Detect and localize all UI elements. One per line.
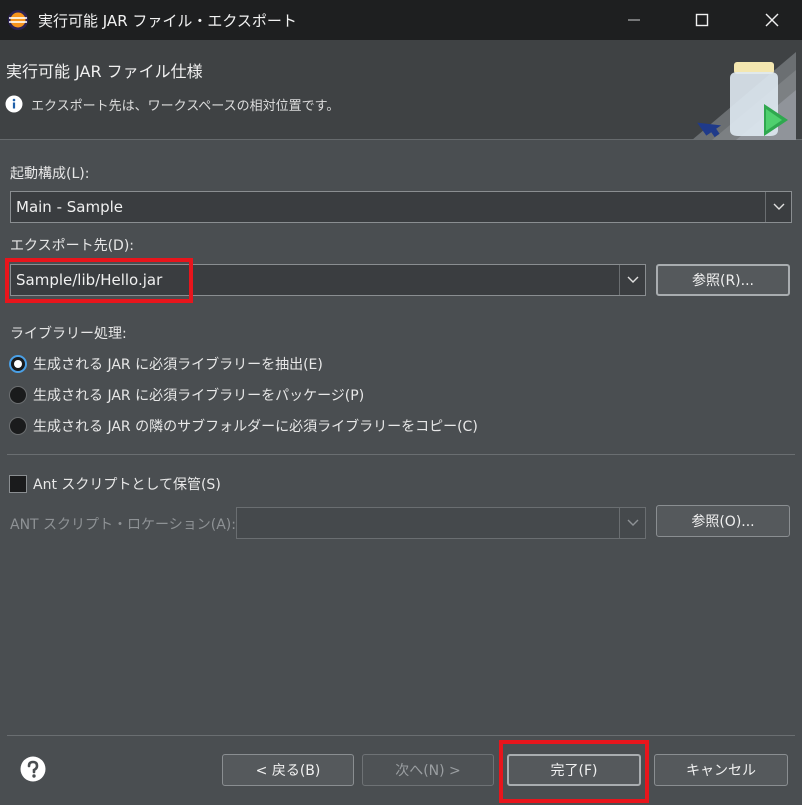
- ant-save-label: Ant スクリプトとして保管(S): [33, 477, 221, 493]
- radio-button[interactable]: [9, 417, 27, 435]
- eclipse-icon: [8, 10, 28, 30]
- ant-location-combo[interactable]: [236, 507, 646, 539]
- close-icon: [765, 13, 779, 27]
- export-dest-combo[interactable]: Sample/lib/Hello.jar: [10, 264, 646, 296]
- library-handling-label: ライブラリー処理:: [10, 326, 127, 342]
- radio-label: 生成される JAR に必須ライブラリーをパッケージ(P): [33, 388, 365, 404]
- divider: [7, 735, 795, 736]
- launch-config-select[interactable]: Main - Sample: [10, 191, 792, 223]
- ant-location-label: ANT スクリプト・ロケーション(A):: [10, 517, 236, 533]
- cancel-button[interactable]: キャンセル: [654, 754, 788, 786]
- header-message: エクスポート先は、ワークスペースの相対位置です。: [31, 99, 340, 114]
- window-title: 実行可能 JAR ファイル・エクスポート: [38, 11, 297, 30]
- launch-config-label: 起動構成(L):: [10, 166, 90, 182]
- library-option-package[interactable]: 生成される JAR に必須ライブラリーをパッケージ(P): [9, 385, 364, 405]
- launch-config-value: Main - Sample: [16, 198, 123, 216]
- help-icon[interactable]: [20, 756, 46, 782]
- info-icon: [5, 95, 23, 113]
- export-dest-browse-button[interactable]: 参照(R)...: [656, 264, 790, 296]
- page-title: 実行可能 JAR ファイル仕様: [6, 62, 203, 81]
- divider: [7, 454, 795, 455]
- minimize-button[interactable]: [604, 0, 664, 40]
- ant-save-checkbox[interactable]: [9, 475, 27, 493]
- export-dest-value: Sample/lib/Hello.jar: [16, 271, 163, 289]
- ant-browse-button[interactable]: 参照(O)...: [656, 505, 790, 537]
- library-option-copy[interactable]: 生成される JAR の隣のサブフォルダーに必須ライブラリーをコピー(C): [9, 416, 478, 436]
- jar-export-graphic-icon: [692, 52, 796, 140]
- back-button[interactable]: < 戻る(B): [222, 754, 354, 786]
- next-button[interactable]: 次へ(N) >: [362, 754, 494, 786]
- chevron-down-icon[interactable]: [619, 508, 645, 538]
- wizard-header: 実行可能 JAR ファイル仕様 エクスポート先は、ワークスペースの相対位置です。: [0, 40, 802, 140]
- minimize-icon: [628, 19, 640, 21]
- finish-button[interactable]: 完了(F): [507, 754, 641, 786]
- export-dest-label: エクスポート先(D):: [10, 238, 135, 254]
- radio-button[interactable]: [9, 386, 27, 404]
- library-option-extract[interactable]: 生成される JAR に必須ライブラリーを抽出(E): [9, 354, 323, 374]
- chevron-down-icon[interactable]: [765, 192, 791, 222]
- maximize-button[interactable]: [672, 0, 732, 40]
- radio-button[interactable]: [9, 355, 27, 373]
- ant-save-option[interactable]: Ant スクリプトとして保管(S): [9, 474, 221, 494]
- chevron-down-icon[interactable]: [619, 265, 645, 295]
- radio-label: 生成される JAR の隣のサブフォルダーに必須ライブラリーをコピー(C): [33, 419, 478, 435]
- close-button[interactable]: [742, 0, 802, 40]
- radio-label: 生成される JAR に必須ライブラリーを抽出(E): [33, 357, 323, 373]
- maximize-icon: [695, 13, 709, 27]
